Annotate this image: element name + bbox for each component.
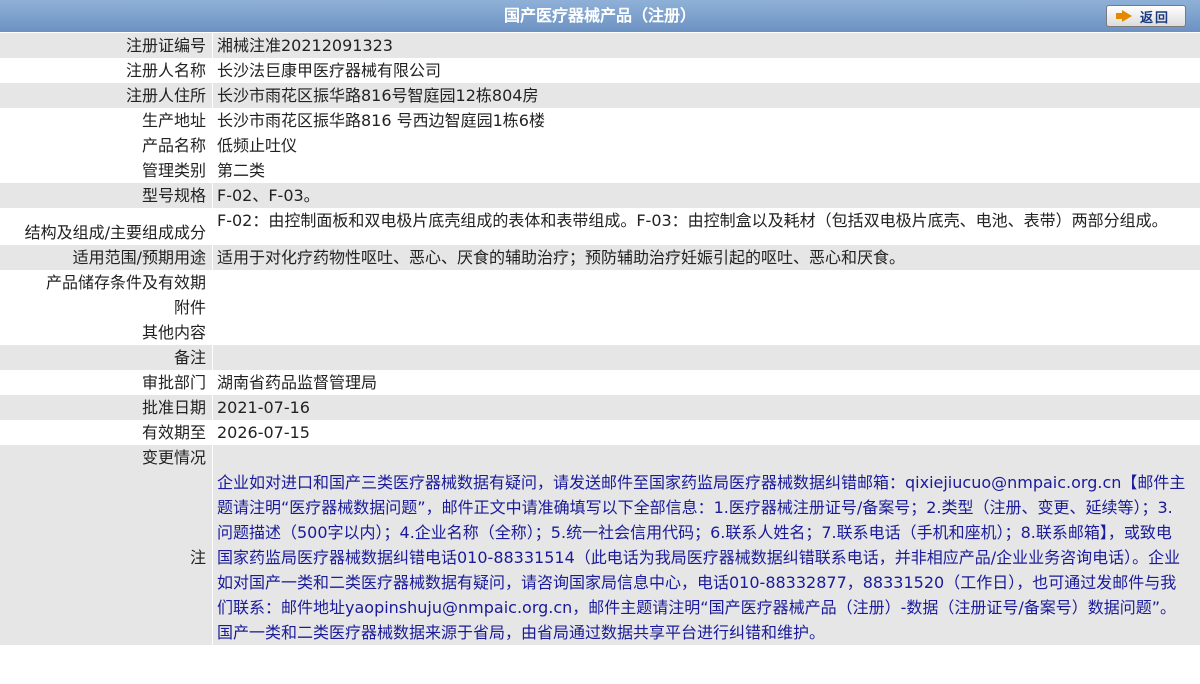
- field-value: [212, 345, 1200, 370]
- field-value: F-02：由控制面板和双电极片底壳组成的表体和表带组成。F-03：由控制盒以及耗…: [212, 208, 1200, 245]
- back-button[interactable]: 返回: [1106, 5, 1186, 27]
- row-approval-date: 批准日期 2021-07-16: [0, 395, 1200, 420]
- field-value: 适用于对化疗药物性呕吐、恶心、厌食的辅助治疗；预防辅助治疗妊娠引起的呕吐、恶心和…: [212, 245, 1200, 270]
- row-valid-until: 有效期至 2026-07-15: [0, 420, 1200, 445]
- detail-table: 注册证编号 湘械注准20212091323 注册人名称 长沙法巨康甲医疗器械有限…: [0, 33, 1200, 645]
- field-label: 批准日期: [141, 398, 206, 417]
- field-label: 结构及组成/主要组成成分: [24, 223, 206, 242]
- back-button-label: 返回: [1139, 10, 1170, 26]
- row-reg-no: 注册证编号 湘械注准20212091323: [0, 33, 1200, 58]
- field-value: 2021-07-16: [212, 395, 1200, 420]
- field-label: 生产地址: [141, 111, 206, 130]
- arrow-right-icon: [1115, 10, 1132, 22]
- row-product-name: 产品名称 低频止吐仪: [0, 133, 1200, 158]
- field-value: [212, 295, 1200, 320]
- field-value: 湘械注准20212091323: [212, 33, 1200, 58]
- field-value: F-02、F-03。: [212, 183, 1200, 208]
- field-label: 产品名称: [141, 136, 206, 155]
- field-label: 管理类别: [141, 161, 206, 180]
- row-registrant-addr: 注册人住所 长沙市雨花区振华路816号智庭园12栋804房: [0, 83, 1200, 108]
- field-label: 审批部门: [141, 373, 206, 392]
- field-label: 注册人住所: [125, 86, 206, 105]
- row-other: 其他内容: [0, 320, 1200, 345]
- row-authority: 审批部门 湖南省药品监督管理局: [0, 370, 1200, 395]
- field-value: 低频止吐仪: [212, 133, 1200, 158]
- field-label: 产品储存条件及有效期: [45, 273, 206, 292]
- field-value: [212, 270, 1200, 295]
- field-value: [212, 445, 1200, 470]
- field-label: 注册人名称: [125, 61, 206, 80]
- row-structure: 结构及组成/主要组成成分 F-02：由控制面板和双电极片底壳组成的表体和表带组成…: [0, 208, 1200, 245]
- field-label: 适用范围/预期用途: [72, 248, 206, 267]
- row-production-addr: 生产地址 长沙市雨花区振华路816 号西边智庭园1栋6楼: [0, 108, 1200, 133]
- field-value: 第二类: [212, 158, 1200, 183]
- field-label: 注册证编号: [125, 36, 206, 55]
- field-label: 附件: [173, 298, 206, 317]
- row-model: 型号规格 F-02、F-03。: [0, 183, 1200, 208]
- page-title: 国产医疗器械产品（注册）: [503, 6, 696, 25]
- row-scope: 适用范围/预期用途 适用于对化疗药物性呕吐、恶心、厌食的辅助治疗；预防辅助治疗妊…: [0, 245, 1200, 270]
- field-value: 长沙市雨花区振华路816 号西边智庭园1栋6楼: [212, 108, 1200, 133]
- page: 国产医疗器械产品（注册） 返回 注册证编号 湘械注准20212091323 注册…: [0, 0, 1200, 684]
- row-registrant: 注册人名称 长沙法巨康甲医疗器械有限公司: [0, 58, 1200, 83]
- field-value: 湖南省药品监督管理局: [212, 370, 1200, 395]
- field-value: 长沙市雨花区振华路816号智庭园12栋804房: [212, 83, 1200, 108]
- field-label: 备注: [173, 348, 206, 367]
- field-label: 型号规格: [141, 186, 206, 205]
- row-storage: 产品储存条件及有效期: [0, 270, 1200, 295]
- row-remark: 备注: [0, 345, 1200, 370]
- field-value: [212, 320, 1200, 345]
- field-label: 有效期至: [141, 423, 206, 442]
- title-bar: 国产医疗器械产品（注册） 返回: [0, 0, 1200, 33]
- row-attachment: 附件: [0, 295, 1200, 320]
- field-label: 变更情况: [141, 448, 206, 467]
- field-label: 其他内容: [141, 323, 206, 342]
- field-value: 2026-07-15: [212, 420, 1200, 445]
- row-note: 注 企业如对进口和国产三类医疗器械数据有疑问，请发送邮件至国家药监局医疗器械数据…: [0, 470, 1200, 645]
- row-category: 管理类别 第二类: [0, 158, 1200, 183]
- field-value: 长沙法巨康甲医疗器械有限公司: [212, 58, 1200, 83]
- row-changes: 变更情况: [0, 445, 1200, 470]
- field-label: 注: [189, 548, 206, 567]
- note-text: 企业如对进口和国产三类医疗器械数据有疑问，请发送邮件至国家药监局医疗器械数据纠错…: [212, 470, 1200, 645]
